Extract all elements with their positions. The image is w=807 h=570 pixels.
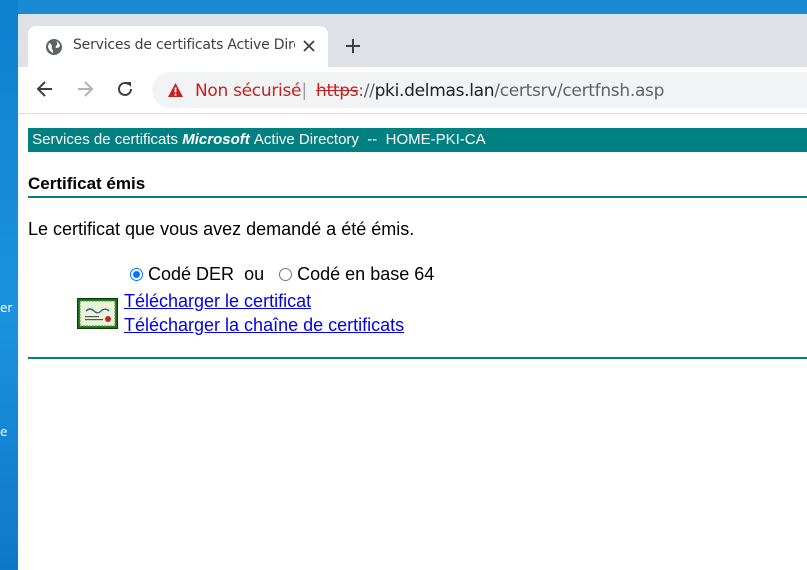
not-secure-label[interactable]: Non sécurisé: [195, 81, 301, 101]
header-banner: Services de certificats Microsoft Active…: [28, 128, 807, 152]
browser-window: Services de certificats Active Directory: [18, 14, 807, 570]
arrow-right-icon[interactable]: [75, 79, 95, 99]
encoding-options: Codé DER ou Codé en base 64: [130, 264, 434, 285]
address-bar[interactable]: Non sécurisé | https://pki.delmas.lan/ce…: [152, 72, 807, 108]
url-host: pki.delmas.lan: [374, 81, 495, 101]
url-text[interactable]: https://pki.delmas.lan/certsrv/certfnsh.…: [316, 81, 664, 101]
url-scheme-separator: ://: [358, 81, 375, 101]
desktop-background: er e: [0, 0, 18, 570]
banner-suffix: Active Directory: [253, 131, 359, 148]
page-content: Services de certificats Microsoft Active…: [18, 114, 807, 570]
download-chain-link[interactable]: Télécharger la chaîne de certificats: [124, 315, 404, 336]
desktop-icon-label[interactable]: er: [0, 301, 12, 315]
tab-strip: Services de certificats Active Directory: [18, 14, 807, 67]
url-path: /certsrv/certfnsh.asp: [494, 81, 665, 101]
download-certificate-link[interactable]: Télécharger le certificat: [124, 291, 311, 312]
tab-title: Services de certificats Active Directory: [73, 37, 295, 53]
globe-icon: [46, 39, 62, 55]
banner-separator: --: [367, 131, 378, 148]
issued-message: Le certificat que vous avez demandé a ét…: [28, 219, 415, 239]
certificate-icon: [77, 298, 118, 329]
radio-der-label[interactable]: Codé DER: [148, 264, 234, 284]
arrow-left-icon[interactable]: [35, 79, 55, 99]
divider: [28, 196, 807, 198]
desktop-icon-label[interactable]: e: [0, 425, 7, 439]
banner-brand: Microsoft: [182, 131, 250, 148]
browser-toolbar: Non sécurisé | https://pki.delmas.lan/ce…: [18, 67, 807, 114]
banner-prefix: Services de certificats: [32, 131, 179, 148]
tab-certificate-services[interactable]: Services de certificats Active Directory: [28, 26, 328, 67]
ca-name: HOME-PKI-CA: [385, 131, 486, 148]
url-scheme: https: [316, 81, 359, 101]
warning-triangle-icon[interactable]: [167, 82, 184, 98]
radio-der[interactable]: [130, 268, 143, 281]
radio-base64[interactable]: [279, 268, 293, 281]
divider: [28, 357, 807, 359]
page-title: Certificat émis: [28, 174, 146, 193]
or-text: ou: [244, 264, 265, 284]
plus-icon[interactable]: [344, 37, 362, 55]
address-separator: |: [302, 80, 307, 100]
close-icon[interactable]: [300, 37, 318, 55]
radio-base64-label[interactable]: Codé en base 64: [297, 264, 434, 284]
reload-icon[interactable]: [115, 79, 135, 99]
